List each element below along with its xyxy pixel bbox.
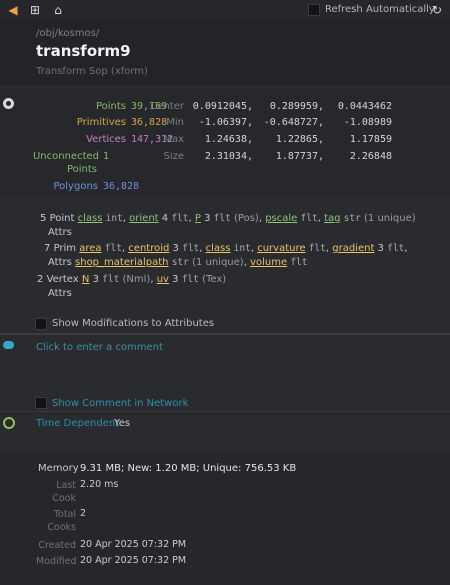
polygons-label: Polygons	[53, 181, 98, 192]
geometry-icon	[3, 98, 14, 109]
show-comment-network-label: Show Comment in Network	[52, 398, 189, 409]
comment-input[interactable]: Click to enter a comment	[36, 342, 163, 353]
attr-N[interactable]: N	[82, 274, 89, 285]
attr-centroid[interactable]: centroid	[128, 243, 169, 254]
attr-gradient[interactable]: gradient	[332, 243, 374, 254]
attr-P[interactable]: P	[195, 213, 201, 224]
attr-volume[interactable]: volume	[250, 257, 287, 268]
node-header: /obj/kosmos/ transform9 Transform Sop (x…	[0, 20, 450, 86]
toolbar: ◀ ⊞ ⌂ Refresh Automatically ↻	[0, 0, 450, 20]
created-value: 20 Apr 2025 07:32 PM	[80, 539, 187, 550]
max-y: 1.22865,	[275, 134, 324, 145]
show-modifications-checkbox[interactable]	[35, 318, 47, 330]
node-path: /obj/kosmos/	[36, 28, 100, 39]
point-attrs-row: 5 Point class int, orient 4 flt, P 3 flt…	[40, 213, 416, 224]
prim-attrs-row2: Attrs shop_materialpath str (1 unique), …	[48, 257, 308, 268]
size-x: 2.31034,	[204, 151, 253, 162]
point-attr-label: Point	[49, 213, 75, 224]
total-cooks-value: 2	[80, 508, 87, 519]
attr-class[interactable]: class	[78, 213, 103, 224]
total-cooks-label: Total Cooks	[47, 509, 76, 533]
point-attr-count: 5	[40, 213, 47, 224]
center-y: 0.289959,	[269, 101, 324, 112]
time-dependent-label: Time Dependent	[36, 418, 120, 429]
attr-orient[interactable]: orient	[129, 213, 158, 224]
refresh-automatically-checkbox[interactable]	[308, 4, 320, 16]
node-type: Transform Sop (xform)	[36, 66, 148, 77]
unconnected-value: 1	[103, 151, 110, 162]
prim-attr-label: Prim	[53, 243, 77, 254]
max-x: 1.24638,	[204, 134, 253, 145]
memory-label: Memory	[38, 463, 79, 474]
size-label: Size	[163, 151, 184, 162]
time-dependent-value: Yes	[114, 418, 131, 429]
vertex-attrs-label2: Attrs	[48, 288, 72, 299]
modified-value: 20 Apr 2025 07:32 PM	[80, 555, 187, 566]
min-label: Min	[166, 117, 184, 128]
attr-curvature[interactable]: curvature	[257, 243, 305, 254]
center-label: Center	[150, 101, 184, 112]
center-z: 0.0443462	[337, 101, 392, 112]
size-z: 2.26848	[349, 151, 392, 162]
pin-icon[interactable]: ◀	[6, 3, 20, 17]
section-divider-2	[0, 411, 450, 412]
unconnected-points-label: Points	[66, 164, 97, 175]
attr-pscale[interactable]: pscale	[265, 213, 297, 224]
max-label: Max	[163, 134, 184, 145]
unconnected-label: Unconnected	[32, 151, 99, 162]
refresh-icon[interactable]: ↻	[430, 3, 444, 17]
vertices-label: Vertices	[86, 134, 126, 145]
add-icon[interactable]: ⊞	[28, 3, 42, 17]
attr-area[interactable]: area	[79, 243, 101, 254]
attr-uv[interactable]: uv	[157, 274, 169, 285]
center-x: 0.0912045,	[192, 101, 253, 112]
prim-attrs-label2: Attrs	[48, 257, 72, 268]
comment-icon	[3, 341, 14, 349]
point-attrs-label2: Attrs	[48, 227, 72, 238]
prim-attrs-row: 7 Prim area flt, centroid 3 flt, class i…	[44, 243, 408, 254]
polygons-value: 36,828	[103, 181, 140, 192]
primitives-label: Primitives	[76, 117, 126, 128]
created-label: Created	[38, 540, 76, 551]
prim-attr-count: 7	[44, 243, 51, 254]
modified-label: Modified	[36, 556, 77, 567]
show-comment-network-checkbox[interactable]	[35, 397, 47, 409]
vertex-attr-label: Vertex	[46, 274, 79, 285]
home-icon[interactable]: ⌂	[51, 3, 65, 17]
attr-tag[interactable]: tag	[324, 213, 340, 224]
min-z: -1.08989	[343, 117, 392, 128]
vertex-attrs-row: 2 Vertex N 3 flt (Nml), uv 3 flt (Tex)	[37, 274, 227, 285]
points-label: Points	[95, 101, 126, 112]
size-y: 1.87737,	[275, 151, 324, 162]
show-modifications-label: Show Modifications to Attributes	[52, 318, 215, 329]
attr-shop_materialpath[interactable]: shop_materialpath	[75, 257, 169, 268]
vertex-attr-count: 2	[37, 274, 44, 285]
section-divider	[0, 333, 450, 335]
memory-value: 9.31 MB; New: 1.20 MB; Unique: 756.53 KB	[80, 463, 297, 474]
last-cook-label: Last Cook	[52, 480, 76, 504]
last-cook-value: 2.20 ms	[80, 479, 119, 490]
attr-class[interactable]: class	[206, 243, 231, 254]
min-y: -0.648727,	[263, 117, 324, 128]
refresh-automatically-label: Refresh Automatically	[325, 4, 435, 15]
time-dependent-icon	[3, 417, 15, 429]
max-z: 1.17859	[349, 134, 392, 145]
min-x: -1.06397,	[198, 117, 253, 128]
node-name: transform9	[36, 42, 131, 60]
